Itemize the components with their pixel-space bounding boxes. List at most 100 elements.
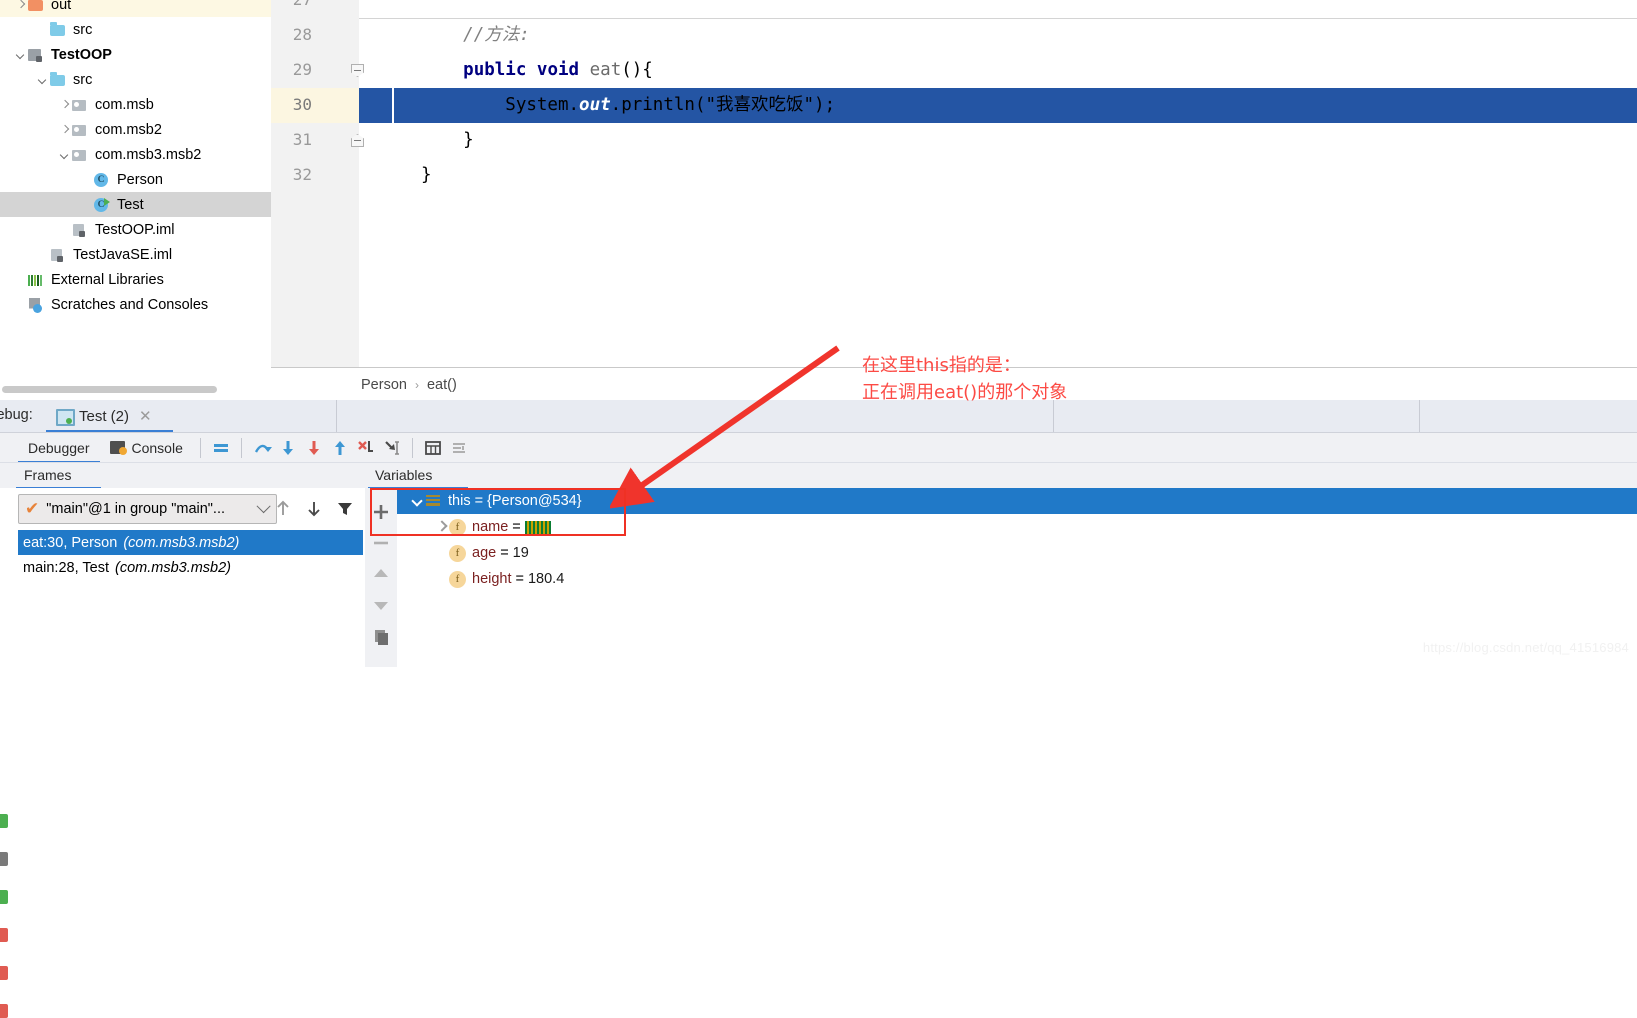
tree-item-src[interactable]: src bbox=[0, 17, 271, 42]
resume-program-icon[interactable] bbox=[0, 814, 8, 828]
folder-orange-icon bbox=[27, 0, 45, 13]
tree-item-testoop[interactable]: TestOOP bbox=[0, 42, 271, 67]
editor-gutter[interactable]: 27 28 29 30 31 32 bbox=[271, 0, 364, 367]
run-to-cursor-icon[interactable] bbox=[379, 435, 405, 461]
variables-sidebar-toolbar[interactable] bbox=[365, 488, 398, 667]
chevron-right-icon[interactable] bbox=[14, 0, 27, 11]
copy-value-icon[interactable] bbox=[369, 624, 393, 648]
settings-icon[interactable] bbox=[446, 435, 472, 461]
code-editor[interactable]: 27 28 29 30 31 32 //方法: public void eat(){ Sy… bbox=[271, 0, 1637, 367]
move-up-icon[interactable] bbox=[369, 562, 393, 586]
debug-session-tab[interactable]: Test (2) ✕ bbox=[50, 400, 158, 432]
scrollbar-thumb[interactable] bbox=[2, 386, 217, 393]
chevron-down-icon[interactable] bbox=[58, 148, 71, 161]
frame-label: eat:30, Person bbox=[23, 534, 118, 551]
up-arrow-icon[interactable] bbox=[272, 498, 294, 520]
variable-row[interactable]: f name = bbox=[397, 514, 1637, 540]
variable-name: this bbox=[448, 493, 471, 509]
chevron-down-icon[interactable] bbox=[14, 48, 27, 61]
line-number[interactable]: 29 bbox=[272, 60, 312, 79]
folder-blue-icon bbox=[49, 22, 67, 38]
tree-item-scratches-and-consoles[interactable]: Scratches and Consoles bbox=[0, 292, 271, 317]
line-number[interactable]: 30 bbox=[272, 95, 312, 114]
frame-row[interactable]: eat:30, Person (com.msb3.msb2) bbox=[18, 530, 363, 555]
tree-item-com.msb3.msb2[interactable]: com.msb3.msb2 bbox=[0, 142, 271, 167]
editor-code-area[interactable]: //方法: public void eat(){ System.out.prin… bbox=[359, 0, 1637, 367]
view-breakpoints-icon[interactable] bbox=[0, 966, 8, 980]
code-token: (){ bbox=[621, 60, 653, 80]
divider bbox=[1419, 400, 1420, 432]
chevron-down-icon[interactable] bbox=[36, 73, 49, 86]
mute-breakpoints-icon[interactable] bbox=[0, 928, 8, 942]
tree-item-label: com.msb bbox=[95, 96, 154, 113]
step-over-icon[interactable] bbox=[249, 435, 275, 461]
field-icon: f bbox=[449, 544, 466, 562]
tree-item-out[interactable]: out bbox=[0, 0, 271, 17]
tab-console[interactable]: Console bbox=[100, 433, 193, 463]
code-line[interactable] bbox=[359, 0, 1637, 18]
code-line[interactable]: //方法: bbox=[359, 18, 1637, 53]
tab-label: Console bbox=[131, 440, 183, 456]
frame-row[interactable]: main:28, Test (com.msb3.msb2) bbox=[18, 555, 363, 580]
chevron-right-icon[interactable] bbox=[58, 123, 71, 136]
chevron-down-icon[interactable] bbox=[256, 499, 271, 514]
variable-row[interactable]: f age = 19 bbox=[397, 540, 1637, 566]
down-arrow-icon[interactable] bbox=[303, 498, 325, 520]
tree-item-src[interactable]: src bbox=[0, 67, 271, 92]
code-line[interactable]: } bbox=[359, 158, 1637, 193]
frames-tab-label[interactable]: Frames bbox=[24, 467, 71, 483]
tree-item-external-libraries[interactable]: External Libraries bbox=[0, 267, 271, 292]
tree-item-person[interactable]: C Person bbox=[0, 167, 271, 192]
scratches-icon bbox=[27, 297, 45, 313]
close-icon[interactable]: ✕ bbox=[139, 407, 152, 425]
code-line[interactable]: } bbox=[359, 123, 1637, 158]
tree-item-testjavase.iml[interactable]: TestJavaSE.iml bbox=[0, 242, 271, 267]
tree-item-test[interactable]: C Test bbox=[0, 192, 271, 217]
line-number[interactable]: 27 bbox=[272, 0, 312, 9]
tab-debugger[interactable]: Debugger bbox=[18, 433, 100, 463]
tree-item-testoop.iml[interactable]: TestOOP.iml bbox=[0, 217, 271, 242]
chevron-right-icon[interactable] bbox=[433, 519, 449, 535]
tree-item-com.msb[interactable]: com.msb bbox=[0, 92, 271, 117]
frames-pane[interactable]: ✔ "main"@1 in group "main"... eat:30, Pe… bbox=[0, 488, 365, 667]
show-execution-point-icon[interactable] bbox=[208, 435, 234, 461]
remove-watch-icon[interactable] bbox=[369, 531, 393, 555]
project-tree-panel[interactable]: out src TestOOP src com.msb com.msb2 com.msb3.… bbox=[0, 0, 271, 381]
variable-indent-spacer bbox=[433, 571, 449, 587]
debugger-toolbar[interactable]: Debugger Console bbox=[0, 432, 1637, 463]
code-line[interactable]: public void eat(){ bbox=[359, 53, 1637, 88]
force-step-into-icon[interactable] bbox=[301, 435, 327, 461]
code-token: void bbox=[536, 60, 580, 80]
step-out-icon[interactable] bbox=[327, 435, 353, 461]
variable-row[interactable]: f height = 180.4 bbox=[397, 566, 1637, 592]
stop-icon[interactable] bbox=[0, 852, 8, 866]
tree-item-com.msb2[interactable]: com.msb2 bbox=[0, 117, 271, 142]
variable-equals: = bbox=[500, 545, 509, 561]
line-number[interactable]: 31 bbox=[272, 130, 312, 149]
code-line[interactable]: System.out.println("我喜欢吃饭"); bbox=[359, 88, 1637, 123]
add-watch-icon[interactable] bbox=[369, 500, 393, 524]
project-tree-horizontal-scrollbar[interactable] bbox=[0, 383, 271, 396]
variable-row[interactable]: this = {Person@534} bbox=[397, 488, 1637, 514]
drop-frame-icon[interactable] bbox=[353, 435, 379, 461]
line-number[interactable]: 32 bbox=[272, 165, 312, 184]
step-into-icon[interactable] bbox=[275, 435, 301, 461]
line-number[interactable]: 28 bbox=[272, 25, 312, 44]
annotation-text: 在这里this指的是： 正在调用eat()的那个对象 bbox=[862, 352, 1067, 406]
move-down-icon[interactable] bbox=[369, 593, 393, 617]
filter-icon[interactable] bbox=[334, 498, 356, 520]
chevron-down-icon[interactable] bbox=[409, 493, 425, 509]
stop-session-icon[interactable] bbox=[0, 1004, 8, 1018]
debug-tool-window[interactable]: Debug: Test (2) ✕ Debugger Console Frames… bbox=[0, 400, 1637, 1018]
code-line-text: System.out.println("我喜欢吃饭"); bbox=[359, 95, 835, 115]
code-token: public bbox=[463, 60, 527, 80]
evaluate-expression-icon[interactable] bbox=[420, 435, 446, 461]
divider bbox=[336, 400, 337, 432]
run-icon[interactable] bbox=[0, 890, 8, 904]
chevron-right-icon[interactable] bbox=[58, 98, 71, 111]
thread-selector-dropdown[interactable]: ✔ "main"@1 in group "main"... bbox=[18, 494, 277, 524]
breadcrumb-item-class[interactable]: Person bbox=[361, 377, 407, 393]
variables-tab-label[interactable]: Variables bbox=[375, 467, 432, 483]
breadcrumb-item-method[interactable]: eat() bbox=[427, 377, 457, 393]
code-token: //方法: bbox=[463, 25, 530, 45]
